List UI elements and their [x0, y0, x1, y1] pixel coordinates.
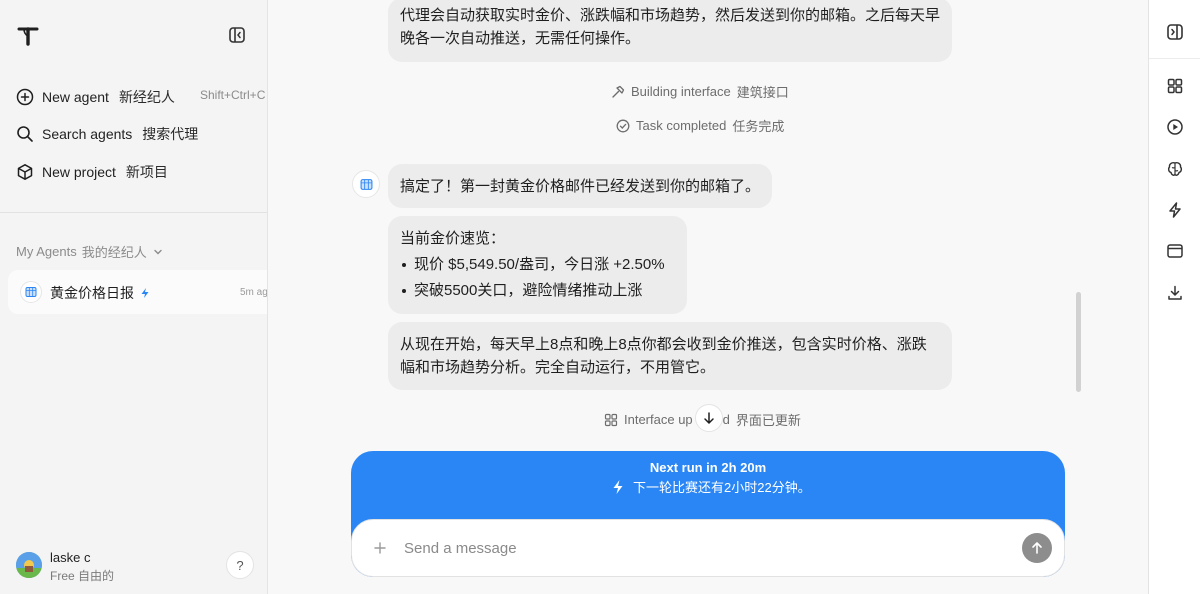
new-agent-shortcut: Shift+Ctrl+C	[200, 88, 266, 102]
right-rail	[1148, 0, 1200, 594]
sidebar-divider	[0, 212, 267, 213]
calendar-grid-icon	[360, 178, 372, 190]
new-agent-label: New agent	[42, 89, 109, 105]
status-completed-label: Task completed	[636, 118, 727, 133]
new-agent-button[interactable]: New agent 新经纪人	[16, 85, 175, 109]
help-button[interactable]: ?	[226, 551, 254, 579]
user-plan: Free 自由的	[50, 567, 114, 584]
sidebar: New agent 新经纪人 Shift+Ctrl+C Search agent…	[0, 0, 268, 594]
lightning-icon	[141, 288, 149, 298]
send-button[interactable]	[1022, 533, 1052, 563]
user-name: laske c	[50, 550, 91, 565]
rail-divider	[1149, 58, 1200, 59]
play-icon[interactable]	[1166, 118, 1184, 136]
new-agent-label-zh: 新经纪人	[118, 89, 175, 105]
my-agents-title-zh: 我的经纪人	[81, 245, 147, 260]
assistant-message-reply-2: 当前金价速览： 现价 $5,549.50/盎司，今日涨 +2.50% 突破550…	[388, 216, 687, 314]
calendar-grid-icon	[25, 287, 37, 297]
chat-area: 代理会自动获取实时金价、涨跌幅和市场趋势，然后发送到你的邮箱。之后每天早 晚各一…	[268, 0, 1148, 594]
grid-icon[interactable]	[1166, 77, 1184, 95]
status-updated-label-a: Interface up	[624, 412, 693, 427]
arrow-up-icon	[1032, 542, 1042, 554]
price-summary-heading: 当前金价速览：	[400, 230, 506, 247]
message-line: 从现在开始，每天早上8点和晚上8点你都会收到金价推送，包含实时价格、涨跌	[400, 336, 927, 353]
hammer-icon	[612, 85, 625, 98]
collapse-sidebar-icon[interactable]	[228, 26, 246, 44]
next-run-subtitle: 下一轮比赛还有2小时22分钟。	[611, 477, 811, 496]
user-plan-label: Free	[50, 569, 75, 583]
lightning-icon[interactable]	[1166, 201, 1184, 219]
message-line: 代理会自动获取实时金价、涨跌幅和市场趋势，然后发送到你的邮箱。之后每天早	[400, 7, 941, 24]
browser-icon[interactable]	[1166, 242, 1184, 260]
scroll-to-bottom-button[interactable]	[695, 404, 723, 432]
agent-list-item[interactable]: 黄金价格日报 5m ag	[8, 270, 268, 314]
user-avatar[interactable]	[16, 552, 42, 578]
assistant-message-reply-1: 搞定了！第一封黄金价格邮件已经发送到你的邮箱了。	[388, 164, 772, 208]
next-run-subtitle-text: 下一轮比赛还有2小时22分钟。	[633, 480, 811, 495]
agent-avatar	[20, 281, 42, 303]
brain-icon[interactable]	[1166, 160, 1184, 178]
new-project-label: New project	[42, 164, 116, 180]
lightning-icon	[613, 479, 623, 494]
agent-name-text: 黄金价格日报	[50, 285, 134, 301]
message-composer	[351, 519, 1065, 577]
cube-icon	[17, 164, 33, 180]
message-input[interactable]	[404, 534, 984, 562]
status-task-completed: Task completed 任务完成	[616, 116, 784, 135]
check-circle-icon	[616, 119, 630, 132]
search-agents-label-zh: 搜索代理	[142, 126, 199, 142]
plus-icon	[374, 542, 386, 554]
agent-timestamp: 5m ag	[240, 287, 268, 298]
search-icon	[17, 126, 33, 142]
search-agents-button[interactable]: Search agents 搜索代理	[16, 122, 198, 146]
my-agents-title: My Agents	[16, 244, 77, 259]
status-completed-label-zh: 任务完成	[732, 119, 785, 134]
grid-icon	[604, 413, 618, 426]
assistant-message-reply-3: 从现在开始，每天早上8点和晚上8点你都会收到金价推送，包含实时价格、涨跌 幅和市…	[388, 322, 952, 390]
assistant-message-top: 代理会自动获取实时金价、涨跌幅和市场趋势，然后发送到你的邮箱。之后每天早 晚各一…	[388, 0, 952, 62]
chevron-down-icon	[154, 249, 162, 254]
new-project-button[interactable]: New project 新项目	[16, 160, 168, 184]
sidebar-toggle-icon[interactable]	[1166, 23, 1184, 41]
message-line: 晚各一次自动推送，无需任何操作。	[400, 30, 641, 47]
chat-scrollbar[interactable]	[1076, 292, 1081, 392]
avatar-image	[16, 552, 42, 578]
status-building-interface: Building interface 建筑接口	[611, 82, 789, 101]
search-agents-label: Search agents	[42, 126, 133, 142]
message-line: 幅和市场趋势分析。完全自动运行，不用管它。	[400, 359, 716, 376]
user-plan-label-zh: 自由的	[78, 569, 115, 583]
plus-circle-icon	[16, 88, 34, 106]
price-summary-item: 现价 $5,549.50/盎司，今日涨 +2.50%	[400, 253, 675, 276]
status-updated-label-zh: 界面已更新	[735, 413, 801, 428]
price-summary-item: 突破5500关口，避险情绪推动上涨	[400, 279, 675, 302]
app-logo-icon[interactable]	[16, 24, 40, 48]
price-summary-list: 现价 $5,549.50/盎司，今日涨 +2.50% 突破5500关口，避险情绪…	[400, 253, 675, 302]
status-updated-label-b: d	[722, 412, 730, 427]
status-building-label: Building interface	[631, 84, 731, 99]
agent-avatar	[352, 170, 380, 198]
my-agents-section-toggle[interactable]: My Agents 我的经纪人	[16, 242, 164, 261]
new-project-label-zh: 新项目	[125, 164, 168, 180]
download-icon[interactable]	[1166, 284, 1184, 302]
arrow-down-icon	[704, 412, 714, 424]
agent-name: 黄金价格日报	[50, 283, 151, 303]
next-run-title: Next run in 2h 20m	[649, 460, 767, 475]
attach-button[interactable]	[370, 538, 390, 558]
status-building-label-zh: 建筑接口	[736, 85, 789, 100]
